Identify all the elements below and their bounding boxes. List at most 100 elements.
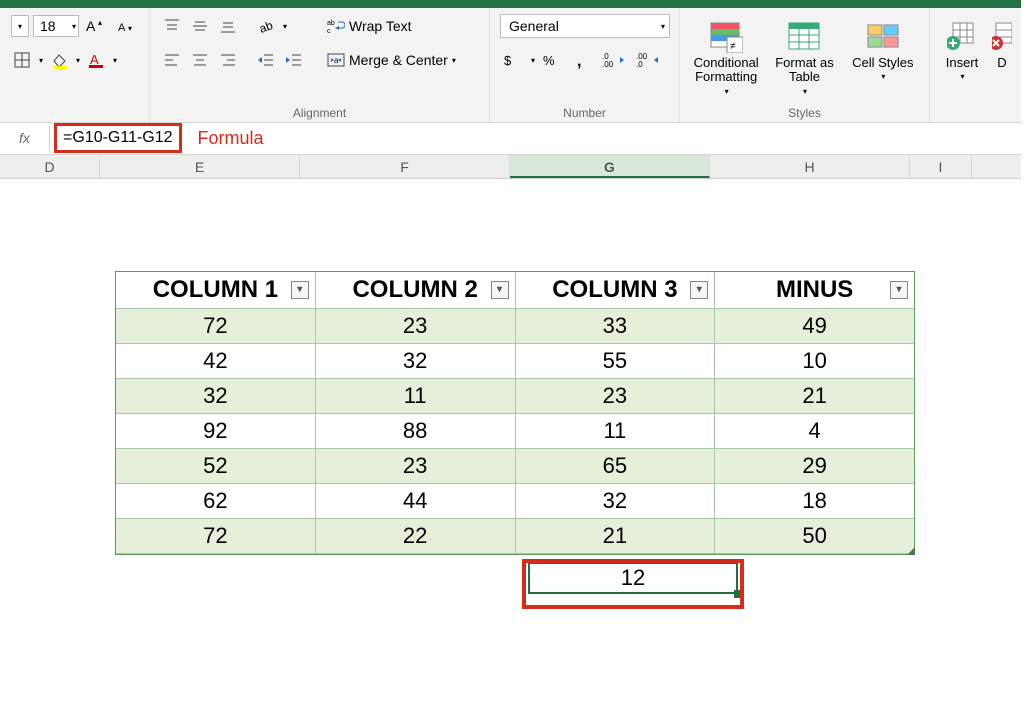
col-header-E[interactable]: E: [100, 155, 300, 178]
align-middle-icon[interactable]: [188, 14, 212, 38]
percent-format-icon[interactable]: %: [539, 48, 565, 72]
chevron-down-icon[interactable]: ▾: [113, 56, 117, 65]
insert-label: Insert: [946, 56, 979, 70]
table-cell[interactable]: 72: [116, 309, 316, 344]
table-header[interactable]: COLUMN 3 ▾: [516, 272, 716, 309]
svg-text:$: $: [504, 53, 512, 68]
table-cell[interactable]: 72: [116, 519, 316, 554]
merge-center-button[interactable]: a Merge & Center ▾: [322, 48, 461, 72]
table-cell[interactable]: 10: [715, 344, 914, 379]
table-header[interactable]: MINUS ▾: [715, 272, 914, 309]
worksheet-grid[interactable]: COLUMN 1 ▾ COLUMN 2 ▾ COLUMN 3 ▾ MINUS ▾…: [0, 179, 1024, 715]
filter-dropdown-icon[interactable]: ▾: [690, 281, 708, 299]
table-cell[interactable]: 23: [316, 449, 516, 484]
decrease-decimal-icon[interactable]: .00.0: [633, 48, 663, 72]
table-cell[interactable]: 88: [316, 414, 516, 449]
header-text: COLUMN 1: [153, 276, 278, 303]
filter-dropdown-icon[interactable]: ▾: [890, 281, 908, 299]
table-cell[interactable]: 62: [116, 484, 316, 519]
font-color-icon[interactable]: A: [84, 48, 108, 72]
styles-group: ≠ Conditional Formatting ▾ Format as Tab…: [680, 8, 930, 122]
table-cell[interactable]: 42: [116, 344, 316, 379]
table-header[interactable]: COLUMN 2 ▾: [316, 272, 516, 309]
increase-indent-icon[interactable]: [282, 48, 306, 72]
col-header-G[interactable]: G: [510, 155, 710, 178]
font-size-combo[interactable]: 18 ▾: [33, 15, 79, 37]
filter-dropdown-icon[interactable]: ▾: [491, 281, 509, 299]
align-left-icon[interactable]: [160, 48, 184, 72]
ribbon: ▾ 18 ▾ A▴ A▾ ▾: [0, 8, 1024, 123]
wrap-text-button[interactable]: abc Wrap Text: [322, 14, 417, 38]
decrease-font-icon[interactable]: A▾: [113, 14, 139, 38]
table-cell[interactable]: 11: [316, 379, 516, 414]
align-top-icon[interactable]: [160, 14, 184, 38]
table-cell[interactable]: 29: [715, 449, 914, 484]
col-header-D[interactable]: D: [0, 155, 100, 178]
table-cell[interactable]: 55: [516, 344, 716, 379]
table-cell[interactable]: 50: [715, 519, 914, 554]
active-cell[interactable]: 12: [528, 562, 738, 594]
align-center-icon[interactable]: [188, 48, 212, 72]
title-bar-strip: [0, 0, 1024, 8]
table-cell[interactable]: 52: [116, 449, 316, 484]
table-cell[interactable]: 32: [316, 344, 516, 379]
table-cell[interactable]: 21: [715, 379, 914, 414]
table-resize-handle-icon[interactable]: [907, 547, 915, 555]
table-row: 72 23 33 49: [116, 309, 914, 344]
table-cell[interactable]: 65: [516, 449, 716, 484]
table-cell[interactable]: 4: [715, 414, 914, 449]
col-header-H[interactable]: H: [710, 155, 910, 178]
table-cell[interactable]: 33: [516, 309, 716, 344]
decrease-indent-icon[interactable]: [254, 48, 278, 72]
conditional-formatting-icon: ≠: [708, 18, 744, 54]
chevron-down-icon[interactable]: ▾: [76, 56, 80, 65]
chevron-down-icon[interactable]: ▾: [39, 56, 43, 65]
chevron-down-icon: ▾: [661, 22, 665, 31]
svg-text:A: A: [118, 22, 126, 34]
wrap-text-label: Wrap Text: [349, 18, 412, 34]
table-cell[interactable]: 23: [316, 309, 516, 344]
chevron-down-icon[interactable]: ▾: [283, 22, 287, 31]
fx-icon[interactable]: fx: [0, 126, 50, 150]
table-header[interactable]: COLUMN 1 ▾: [116, 272, 316, 309]
table-cell[interactable]: 22: [316, 519, 516, 554]
accounting-format-icon[interactable]: $: [500, 48, 526, 72]
borders-icon[interactable]: [10, 48, 34, 72]
align-right-icon[interactable]: [216, 48, 240, 72]
filter-dropdown-icon[interactable]: ▾: [291, 281, 309, 299]
formula-input[interactable]: =G10-G11-G12: [63, 129, 173, 146]
col-header-I[interactable]: I: [910, 155, 972, 178]
svg-text:%: %: [543, 53, 555, 68]
number-format-combo[interactable]: General ▾: [500, 14, 670, 38]
format-as-table-label: Format as Table: [770, 56, 838, 85]
orientation-icon[interactable]: ab: [254, 14, 278, 38]
alignment-group-label: Alignment: [160, 100, 479, 120]
header-text: COLUMN 3: [552, 276, 677, 303]
table-cell[interactable]: 92: [116, 414, 316, 449]
increase-decimal-icon[interactable]: .0.00: [599, 48, 629, 72]
comma-format-icon[interactable]: ,: [569, 48, 595, 72]
chevron-down-icon[interactable]: ▾: [531, 56, 535, 65]
fill-handle-icon[interactable]: [734, 590, 742, 598]
table-cell[interactable]: 23: [516, 379, 716, 414]
table-cell[interactable]: 21: [516, 519, 716, 554]
delete-button-fragment[interactable]: D: [990, 14, 1014, 74]
col-header-F[interactable]: F: [300, 155, 510, 178]
table-cell[interactable]: 32: [516, 484, 716, 519]
align-bottom-icon[interactable]: [216, 14, 240, 38]
increase-font-icon[interactable]: A▴: [83, 14, 109, 38]
table-cell[interactable]: 32: [116, 379, 316, 414]
table-cell[interactable]: 11: [516, 414, 716, 449]
chevron-down-icon: ▾: [725, 87, 729, 96]
table-cell[interactable]: 18: [715, 484, 914, 519]
table-cell[interactable]: 44: [316, 484, 516, 519]
table-row: 42 32 55 10: [116, 344, 914, 379]
font-name-dropdown-caret[interactable]: ▾: [11, 15, 29, 37]
format-as-table-button[interactable]: Format as Table ▾: [768, 14, 840, 100]
cell-styles-button[interactable]: Cell Styles ▾: [847, 14, 919, 85]
table-cell[interactable]: 49: [715, 309, 914, 344]
fill-color-icon[interactable]: [47, 48, 71, 72]
insert-button[interactable]: Insert ▾: [940, 14, 984, 85]
conditional-formatting-button[interactable]: ≠ Conditional Formatting ▾: [690, 14, 762, 100]
table-row: 52 23 65 29: [116, 449, 914, 484]
